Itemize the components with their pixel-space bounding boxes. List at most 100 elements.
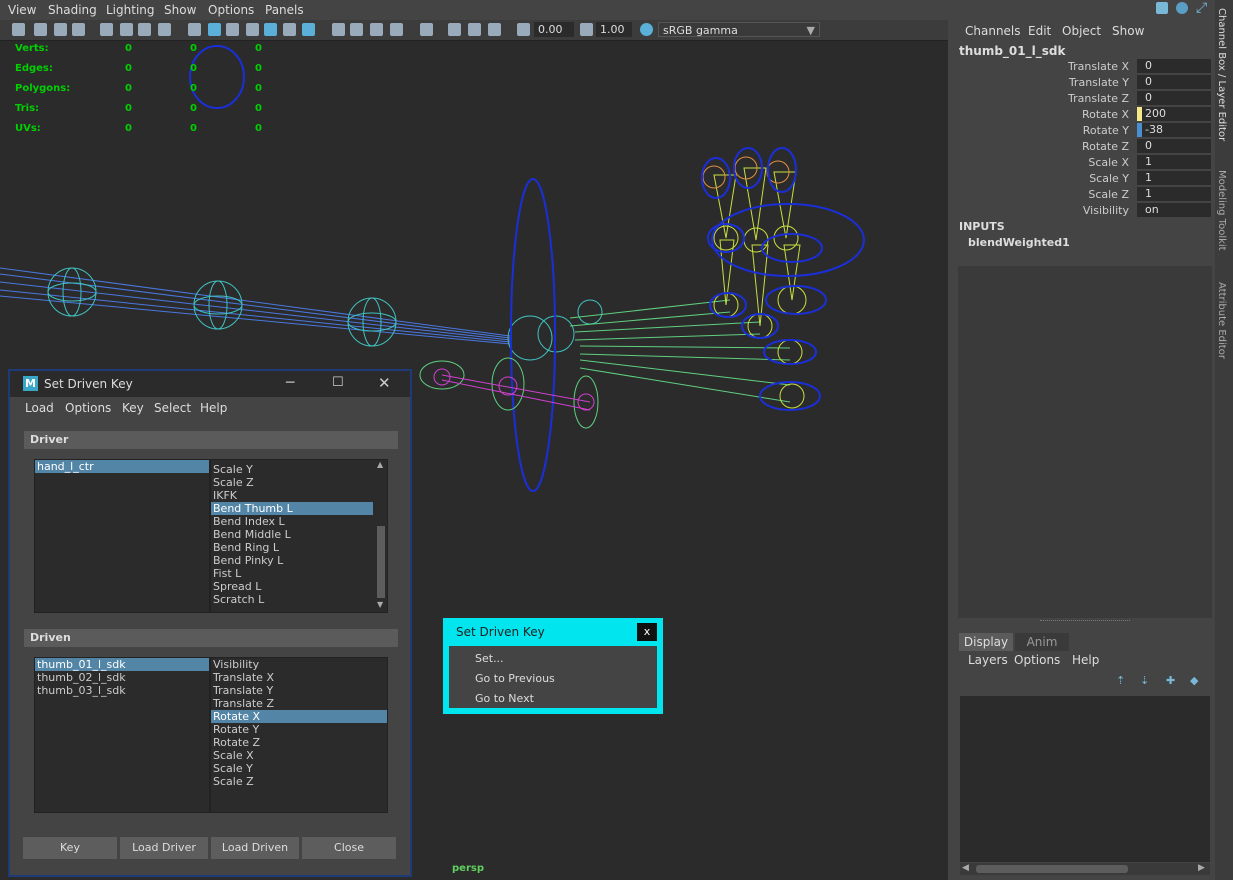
key-button[interactable]: Key [23, 837, 117, 859]
menu-panels[interactable]: Panels [265, 3, 304, 17]
exposure-icon[interactable] [517, 23, 530, 36]
resolution-gate-icon[interactable] [138, 23, 151, 36]
driven-section-header[interactable]: Driven [24, 629, 398, 647]
new-layer-selected-icon[interactable]: ◆ [1190, 674, 1204, 687]
list-item[interactable]: hand_l_ctr [35, 460, 209, 473]
menu-load[interactable]: Load [25, 401, 54, 415]
list-item[interactable]: thumb_03_l_sdk [35, 684, 209, 697]
list-item[interactable]: Bend Middle L [211, 528, 387, 541]
list-item[interactable]: IKFK [211, 489, 387, 502]
list-item[interactable]: Translate Y [211, 684, 387, 697]
menu-view[interactable]: View [8, 3, 36, 17]
channel-field-rotate-y[interactable]: -38 [1137, 123, 1211, 137]
list-item[interactable]: thumb_01_l_sdk [35, 658, 209, 671]
menu-layers[interactable]: Layers [968, 653, 1008, 667]
camera-icon[interactable] [12, 23, 25, 36]
menu-key[interactable]: Key [122, 401, 144, 415]
load-driven-button[interactable]: Load Driven [211, 837, 299, 859]
menu-select[interactable]: Select [154, 401, 191, 415]
channel-field-translate-x[interactable]: 0 [1137, 59, 1211, 73]
channel-field-translate-z[interactable]: 0 [1137, 91, 1211, 105]
gate-mask-icon[interactable] [158, 23, 171, 36]
popup-item-set[interactable]: Set... [475, 652, 504, 665]
list-item[interactable]: Rotate X [211, 710, 387, 723]
transform-icon[interactable] [1156, 2, 1168, 14]
camera-lock-icon[interactable] [34, 23, 47, 36]
menu-edit[interactable]: Edit [1028, 24, 1051, 38]
colorspace-dropdown[interactable]: sRGB gamma ▼ [658, 22, 820, 37]
list-item[interactable]: Bend Thumb L [211, 502, 373, 515]
side-tab-attribute-editor[interactable]: Attribute Editor [1216, 282, 1227, 359]
smooth-shade-icon[interactable] [208, 23, 221, 36]
side-tab-modeling-toolkit[interactable]: Modeling Toolkit [1216, 170, 1227, 251]
backface-culling-icon[interactable] [488, 23, 501, 36]
menu-options[interactable]: Options [1014, 653, 1060, 667]
channel-field-scale-y[interactable]: 1 [1137, 171, 1211, 185]
exposure-field[interactable]: 0.00 [534, 22, 574, 37]
menu-options[interactable]: Options [65, 401, 111, 415]
list-item[interactable]: Translate X [211, 671, 387, 684]
textured-icon[interactable] [264, 23, 277, 36]
color-management-icon[interactable] [640, 23, 653, 36]
tab-display[interactable]: Display [959, 633, 1013, 651]
side-tab-channel-box[interactable]: Channel Box / Layer Editor [1216, 8, 1227, 141]
channel-field-scale-x[interactable]: 1 [1137, 155, 1211, 169]
channel-field-translate-y[interactable]: 0 [1137, 75, 1211, 89]
channel-label-rotate-y[interactable]: Rotate Y [1083, 124, 1129, 137]
menu-object[interactable]: Object [1062, 24, 1101, 38]
close-button[interactable]: Close [302, 837, 396, 859]
motion-blur-icon[interactable] [350, 23, 363, 36]
channel-field-rotate-z[interactable]: 0 [1137, 139, 1211, 153]
bookmark-icon[interactable] [54, 23, 67, 36]
image-plane-icon[interactable] [72, 23, 85, 36]
window-titlebar[interactable]: M Set Driven Key ─ ☐ ✕ [10, 371, 410, 397]
default-material-icon[interactable] [226, 23, 239, 36]
close-icon[interactable]: ✕ [378, 374, 391, 392]
driven-object-list[interactable]: thumb_01_l_sdk thumb_02_l_sdk thumb_03_l… [34, 657, 210, 813]
scrollbar-thumb[interactable] [976, 865, 1128, 873]
list-item[interactable]: Bend Index L [211, 515, 387, 528]
channel-field-visibility[interactable]: on [1137, 203, 1211, 217]
list-item[interactable]: Scratch L [211, 593, 387, 606]
driven-attribute-list[interactable]: Visibility Translate X Translate Y Trans… [210, 657, 388, 813]
scrollbar-thumb[interactable] [377, 526, 385, 598]
input-node-name[interactable]: blendWeighted1 [968, 236, 1070, 249]
maximize-icon[interactable]: ☐ [332, 375, 344, 390]
menu-show[interactable]: Show [164, 3, 196, 17]
channel-field-rotate-x[interactable]: 200 [1137, 107, 1211, 121]
popup-close-button[interactable]: x [637, 623, 657, 641]
new-layer-icon[interactable]: ✚ [1166, 674, 1180, 687]
wireframe-on-shaded-icon[interactable] [246, 23, 259, 36]
menu-shading[interactable]: Shading [48, 3, 97, 17]
list-item[interactable]: Scale Y [211, 463, 387, 476]
shape-icon[interactable] [1176, 2, 1188, 14]
scroll-right-icon[interactable]: ▶ [1198, 863, 1205, 873]
list-item[interactable]: thumb_02_l_sdk [35, 671, 209, 684]
list-item[interactable]: Scale Y [211, 762, 387, 775]
shadows-icon[interactable] [302, 23, 315, 36]
channel-label-translate-x[interactable]: Translate X [1068, 60, 1129, 73]
list-item[interactable]: Scale Z [211, 476, 387, 489]
list-item[interactable]: Rotate Y [211, 723, 387, 736]
list-item[interactable]: Rotate Z [211, 736, 387, 749]
ambient-occlusion-icon[interactable] [332, 23, 345, 36]
channel-label-translate-z[interactable]: Translate Z [1068, 92, 1129, 105]
list-item[interactable]: Translate Z [211, 697, 387, 710]
load-driver-button[interactable]: Load Driver [120, 837, 208, 859]
popup-item-go-previous[interactable]: Go to Previous [475, 672, 555, 685]
list-item[interactable]: Spread L [211, 580, 387, 593]
gamma-field[interactable]: 1.00 [596, 22, 632, 37]
menu-help[interactable]: Help [200, 401, 227, 415]
menu-show[interactable]: Show [1112, 24, 1144, 38]
expand-icon[interactable]: ⤢ [1196, 0, 1207, 16]
channel-label-rotate-x[interactable]: Rotate X [1082, 108, 1129, 121]
channel-label-translate-y[interactable]: Translate Y [1069, 76, 1129, 89]
scroll-down-icon[interactable]: ▼ [377, 600, 383, 609]
wireframe-icon[interactable] [188, 23, 201, 36]
xray-joints-icon[interactable] [468, 23, 481, 36]
scroll-up-icon[interactable]: ▲ [377, 460, 383, 469]
film-gate-icon[interactable] [120, 23, 133, 36]
tab-anim[interactable]: Anim [1015, 633, 1069, 651]
menu-help[interactable]: Help [1072, 653, 1099, 667]
list-item[interactable]: Scale Z [211, 775, 387, 788]
